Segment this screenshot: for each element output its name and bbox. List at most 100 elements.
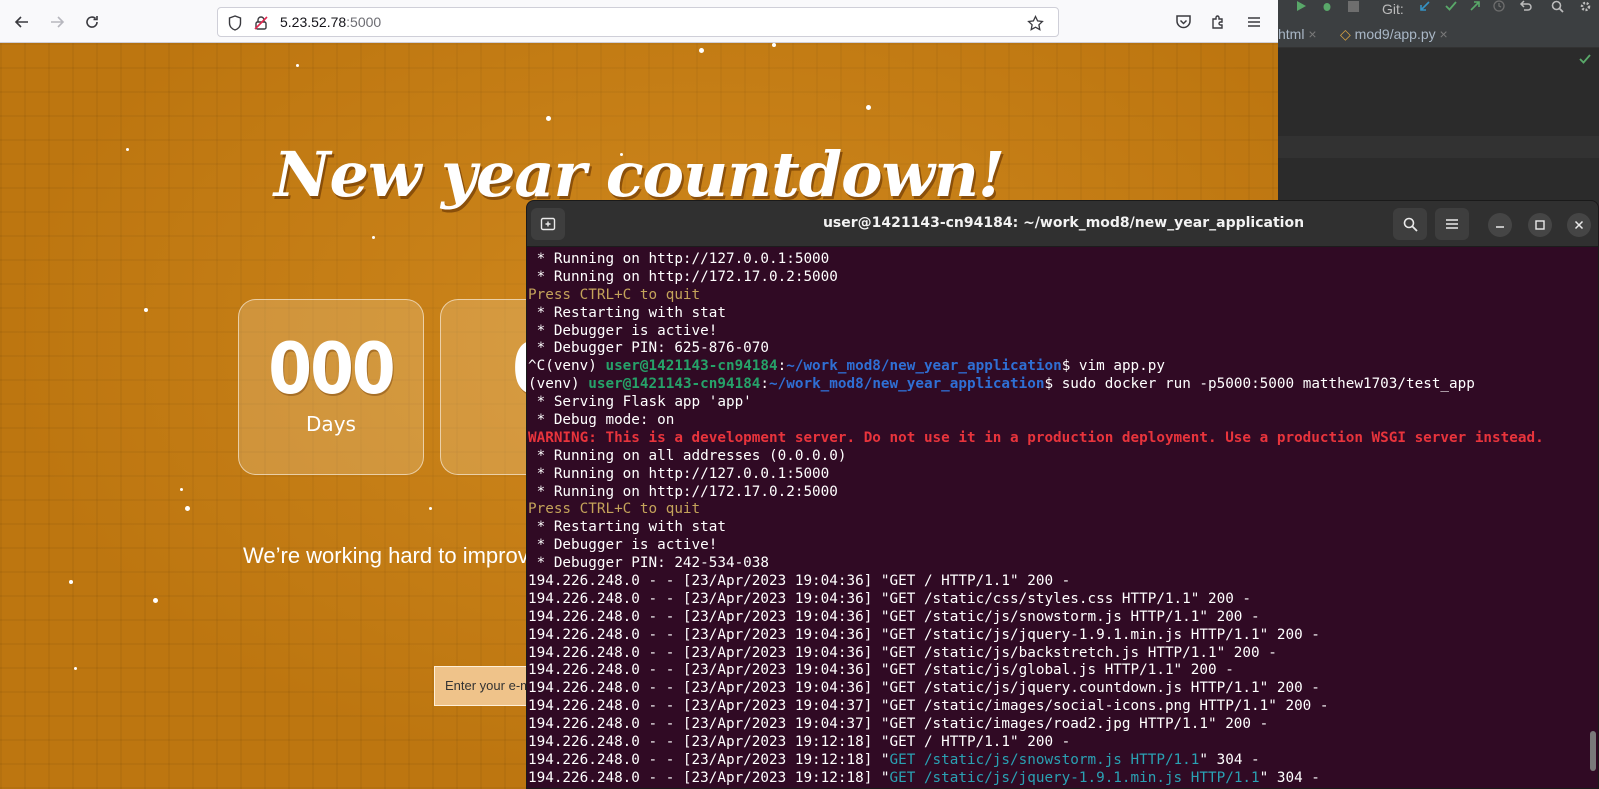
snowflake — [180, 488, 183, 491]
minimize-button[interactable] — [1488, 213, 1512, 237]
ide-editor-tabs: html × ◇ mod9/app.py × — [1278, 22, 1599, 48]
terminal-text-segment: * Debugger PIN: 625-876-070 — [528, 340, 770, 357]
terminal-text-segment: * Debugger PIN: 242-534-038 — [528, 555, 770, 572]
countdown-days-label: Days — [306, 412, 356, 436]
terminal-text-segment: : — [760, 376, 770, 393]
terminal-text-segment: 194.226.248.0 - - [23/Apr/2023 19:04:36]… — [528, 644, 1277, 661]
terminal-text-segment: : — [777, 358, 787, 375]
reload-button[interactable] — [78, 8, 106, 36]
extensions-button[interactable] — [1204, 8, 1232, 36]
terminal-text-segment: " 304 - — [1199, 751, 1260, 768]
search-icon[interactable] — [1548, 0, 1566, 15]
terminal-line: Press CTRL+C to quit — [528, 286, 1598, 305]
terminal-text-segment: 194.226.248.0 - - [23/Apr/2023 19:12:18]… — [528, 751, 890, 768]
terminal-text-segment: * Restarting with stat — [528, 304, 726, 321]
terminal-line: * Running on http://172.17.0.2:5000 — [528, 268, 1598, 287]
terminal-text-segment: * Serving Flask app 'app' — [528, 394, 752, 411]
ide-tab-app-py[interactable]: ◇ mod9/app.py × — [1340, 26, 1448, 43]
terminal-text-segment: * Debugger is active! — [528, 537, 718, 554]
terminal-line: * Running on http://127.0.0.1:5000 — [528, 465, 1598, 484]
url-text[interactable]: 5.23.52.78:5000 — [280, 14, 381, 30]
terminal-text-segment: * Running on http://127.0.0.1:5000 — [528, 465, 830, 482]
snowflake — [69, 580, 73, 584]
settings-gear-icon[interactable] — [1576, 0, 1594, 15]
browser-toolbar: 5.23.52.78:5000 — [0, 0, 1278, 43]
terminal-line: * Debugger PIN: 242-534-038 — [528, 555, 1598, 573]
maximize-button[interactable] — [1528, 213, 1552, 237]
stop-icon[interactable] — [1344, 0, 1362, 15]
snowflake — [296, 64, 299, 67]
terminal-text-segment: 194.226.248.0 - - [23/Apr/2023 19:12:18]… — [528, 734, 1071, 751]
terminal-output[interactable]: * Running on http://127.0.0.1:5000 * Run… — [527, 251, 1598, 788]
tab-close-icon[interactable]: × — [1440, 26, 1448, 42]
terminal-text-segment: $ vim app.py — [1061, 358, 1165, 375]
python-file-icon: ◇ — [1340, 26, 1351, 42]
terminal-text-segment: user@1421143-cn94184 — [605, 358, 778, 375]
terminal-text-segment: Press CTRL+C to quit — [528, 501, 701, 518]
history-icon[interactable] — [1490, 0, 1508, 15]
shield-icon[interactable] — [226, 14, 244, 32]
terminal-line: * Debugger is active! — [528, 322, 1598, 341]
puzzle-icon — [1212, 15, 1223, 29]
terminal-menu-button[interactable] — [1435, 208, 1469, 240]
snowflake — [429, 507, 432, 510]
terminal-line: 194.226.248.0 - - [23/Apr/2023 19:12:18]… — [528, 769, 1598, 788]
terminal-text-segment: * Running on http://172.17.0.2:5000 — [528, 268, 838, 285]
ide-toolbar: Git: — [1278, 0, 1599, 22]
terminal-text-segment: GET /static/js/snowstorm.js HTTP/1.1 — [889, 751, 1200, 768]
inspection-ok-icon — [1578, 52, 1592, 66]
terminal-scrollbar[interactable] — [1590, 731, 1596, 771]
terminal-text-segment: * Debug mode: on — [528, 412, 675, 429]
terminal-line: * Restarting with stat — [528, 519, 1598, 537]
pocket-button[interactable] — [1169, 8, 1197, 36]
git-commit-icon[interactable] — [1442, 0, 1460, 15]
terminal-search-button[interactable] — [1393, 208, 1427, 240]
menu-button[interactable] — [1240, 8, 1268, 36]
tab-close-icon[interactable]: × — [1308, 26, 1316, 42]
countdown-days-box: 000 Days — [238, 299, 424, 475]
reload-icon — [86, 16, 98, 28]
terminal-text-segment: 194.226.248.0 - - [23/Apr/2023 19:04:37]… — [528, 716, 1269, 733]
insecure-lock-icon[interactable] — [252, 14, 270, 32]
back-button[interactable] — [8, 8, 36, 36]
terminal-text-segment: 194.226.248.0 - - [23/Apr/2023 19:04:36]… — [528, 608, 1260, 625]
hamburger-icon — [1446, 219, 1458, 229]
terminal-line: * Restarting with stat — [528, 304, 1598, 323]
terminal-line: 194.226.248.0 - - [23/Apr/2023 19:04:36]… — [528, 591, 1598, 609]
git-update-icon[interactable] — [1416, 0, 1434, 15]
terminal-line: (venv) user@1421143-cn94184:~/work_mod8/… — [528, 376, 1598, 394]
bookmark-star-icon[interactable] — [1026, 14, 1044, 32]
terminal-text-segment: 194.226.248.0 - - [23/Apr/2023 19:04:36]… — [528, 626, 1320, 643]
snowflake — [74, 667, 77, 670]
terminal-line: 194.226.248.0 - - [23/Apr/2023 19:04:36]… — [528, 573, 1598, 591]
forward-button[interactable] — [43, 8, 71, 36]
terminal-text-segment: * Debugger is active! — [528, 322, 718, 339]
terminal-text-segment: * Restarting with stat — [528, 519, 726, 536]
terminal-line: 194.226.248.0 - - [23/Apr/2023 19:04:36]… — [528, 680, 1598, 698]
terminal-text-segment: ^C(venv) — [528, 358, 606, 375]
terminal-line: * Running on http://172.17.0.2:5000 — [528, 483, 1598, 502]
terminal-text-segment: user@1421143-cn94184 — [588, 376, 761, 393]
rollback-icon[interactable] — [1516, 0, 1534, 15]
url-port: :5000 — [346, 14, 382, 30]
ide-tab-html[interactable]: html × — [1278, 26, 1317, 42]
pocket-icon — [1175, 15, 1191, 29]
terminal-text-segment: * Running on http://172.17.0.2:5000 — [528, 483, 838, 500]
terminal-line: * Debugger is active! — [528, 537, 1598, 555]
terminal-line: * Running on all addresses (0.0.0.0) — [528, 448, 1598, 466]
git-push-icon[interactable] — [1466, 0, 1484, 15]
terminal-text-segment: " 304 - — [1259, 769, 1320, 786]
terminal-text-segment: $ sudo docker run -p5000:5000 matthew170… — [1044, 376, 1475, 393]
run-icon[interactable] — [1292, 0, 1310, 15]
terminal-text-segment: WARNING: This is a development server. D… — [528, 429, 1544, 446]
terminal-text-segment: Press CTRL+C to quit — [528, 286, 701, 303]
snowflake — [144, 308, 148, 312]
url-bar[interactable]: 5.23.52.78:5000 — [217, 7, 1059, 37]
snowflake — [153, 598, 158, 603]
terminal-line: 194.226.248.0 - - [23/Apr/2023 19:04:36]… — [528, 608, 1598, 627]
close-button[interactable] — [1567, 213, 1591, 237]
terminal-line: * Running on http://127.0.0.1:5000 — [528, 251, 1598, 269]
terminal-line: WARNING: This is a development server. D… — [528, 429, 1598, 448]
debug-icon[interactable] — [1318, 0, 1336, 15]
arrow-left-icon — [14, 16, 28, 28]
